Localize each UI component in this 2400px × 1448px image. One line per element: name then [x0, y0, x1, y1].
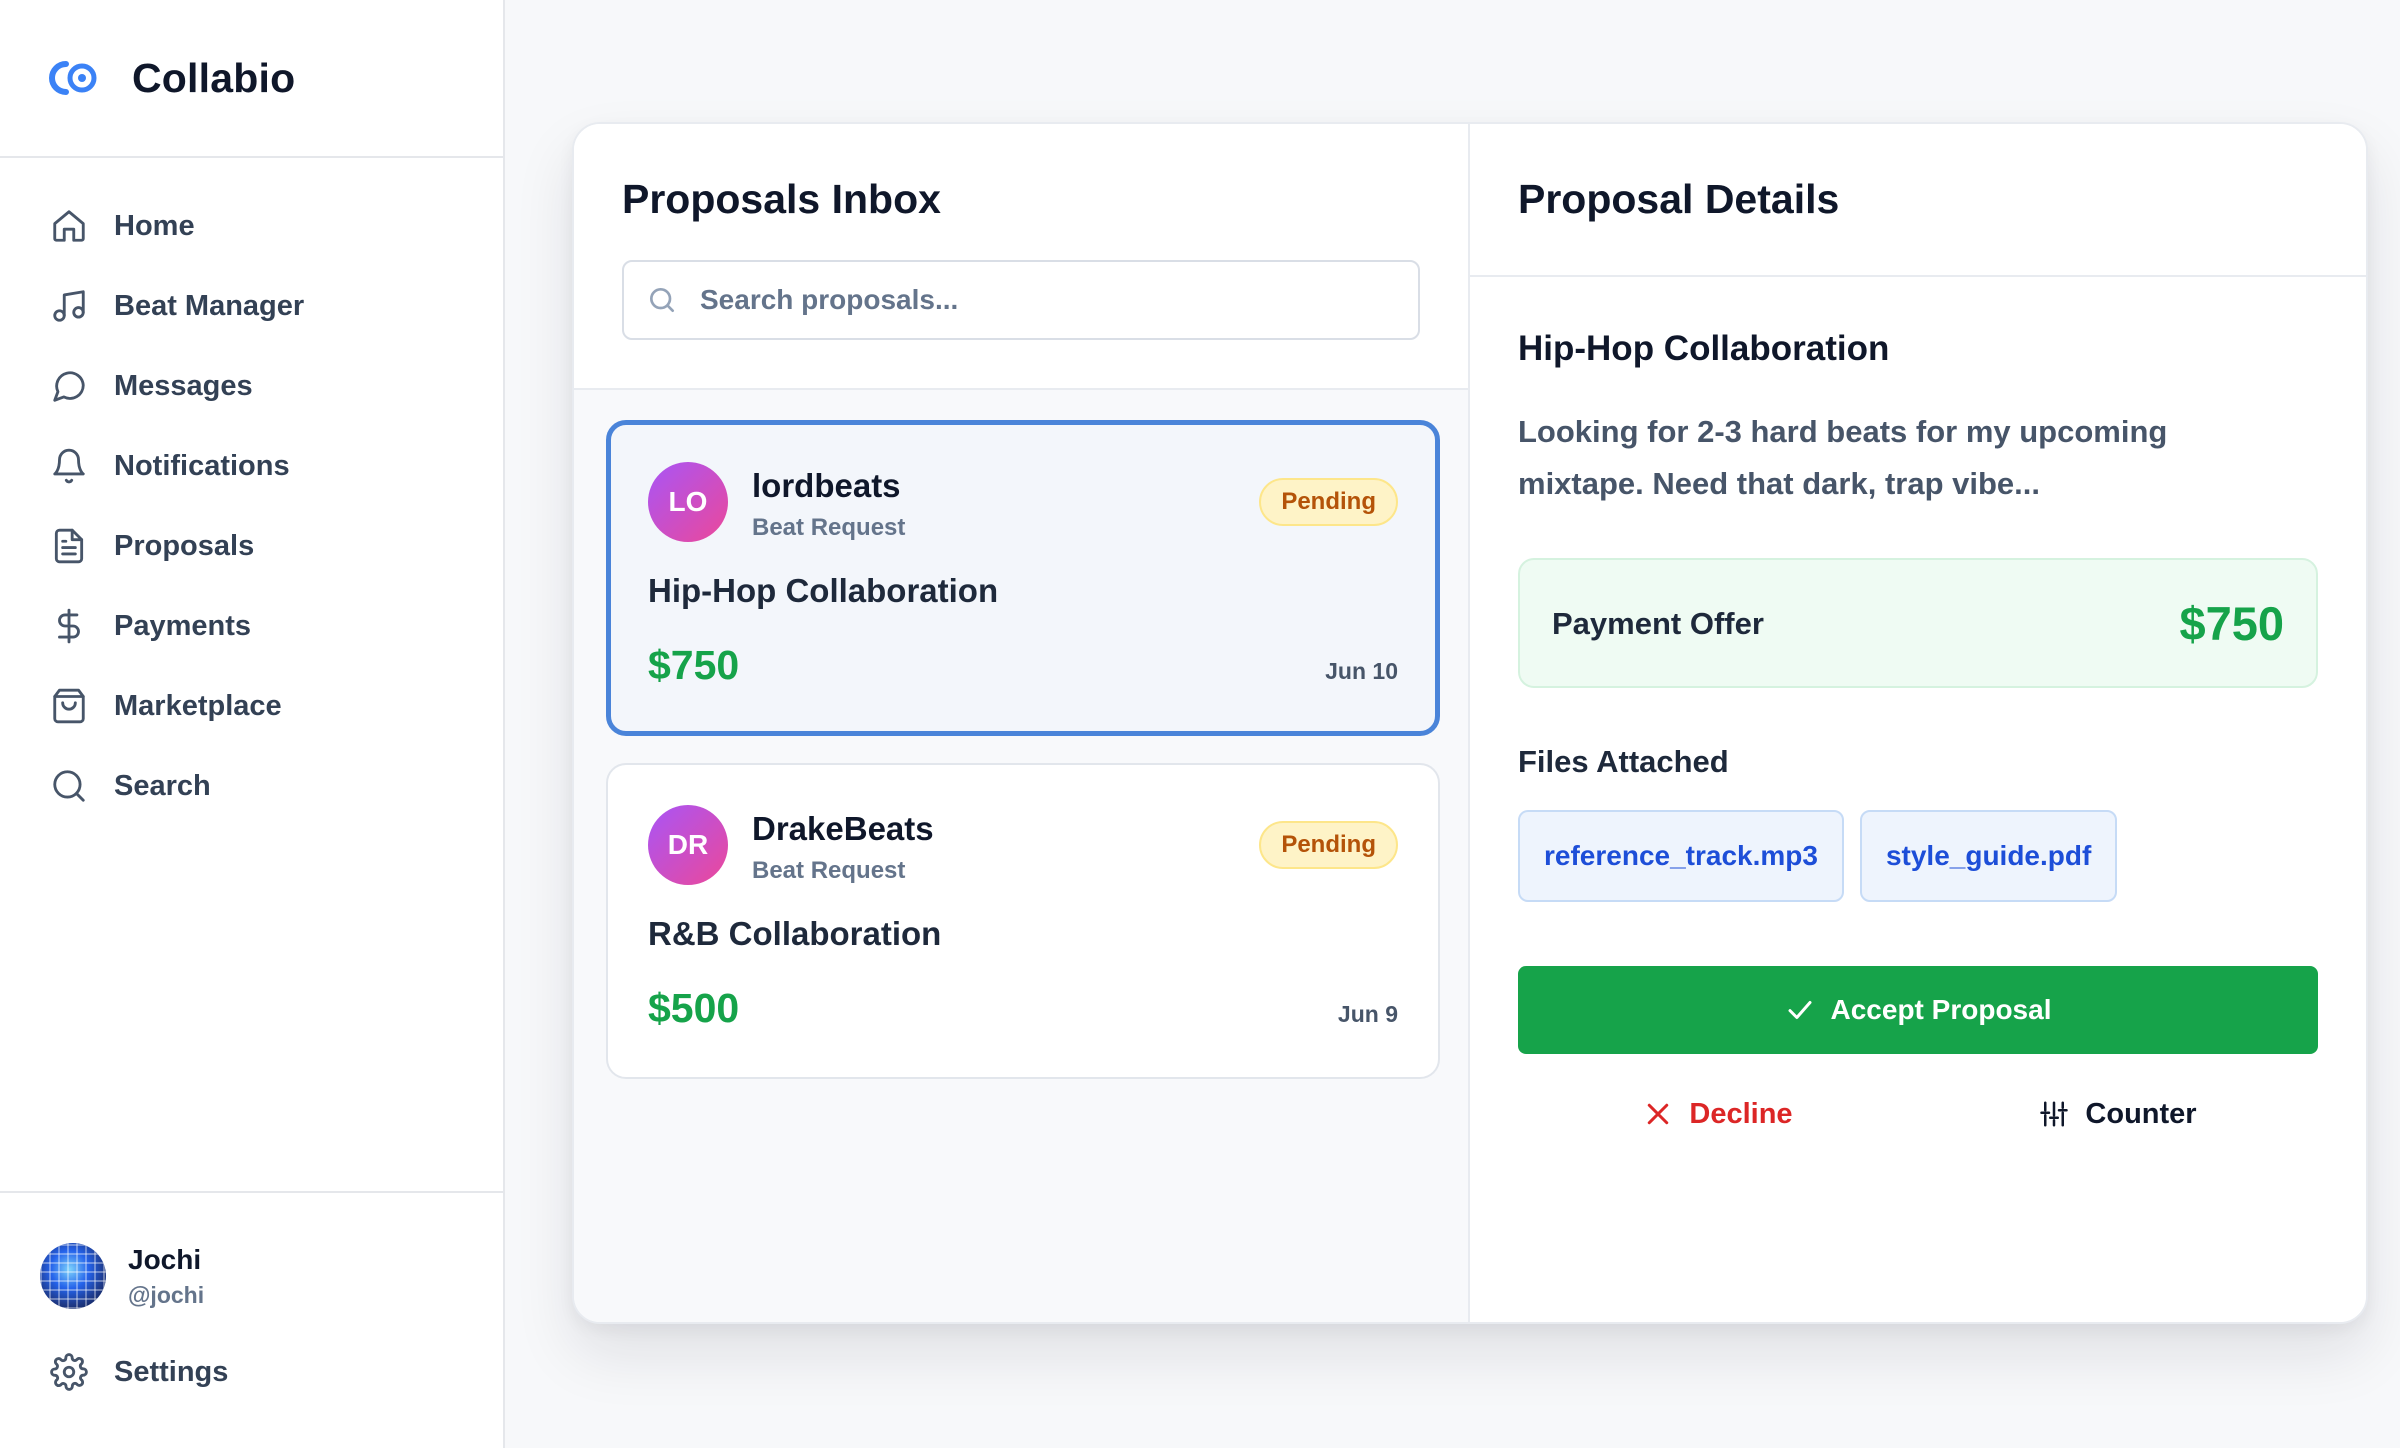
- proposal-type: Beat Request: [752, 857, 906, 884]
- files-attached-label: Files Attached: [1518, 744, 1729, 779]
- avatar: DR: [648, 805, 728, 885]
- accept-proposal-button[interactable]: Accept Proposal: [1518, 966, 2318, 1054]
- proposal-date: Jun 10: [1325, 658, 1398, 684]
- decline-label: Decline: [1689, 1097, 1793, 1130]
- sidebar-item-settings[interactable]: Settings: [48, 1351, 228, 1393]
- sliders-icon: [2040, 1101, 2069, 1127]
- search-input[interactable]: [700, 284, 1400, 316]
- sidebar-item-search[interactable]: Search: [0, 746, 503, 826]
- message-bubble-icon: [48, 365, 90, 407]
- sidebar-item-label: Proposals: [114, 529, 255, 562]
- search-icon: [48, 765, 90, 807]
- attached-files: reference_track.mp3 style_guide.pdf: [1518, 810, 2133, 902]
- search-icon: [650, 288, 674, 312]
- details-header: Proposal Details: [1470, 124, 2366, 277]
- proposal-type: Beat Request: [752, 514, 906, 541]
- shopping-bag-icon: [48, 685, 90, 727]
- sidebar-item-payments[interactable]: Payments: [0, 586, 503, 666]
- proposal-details: Proposal Details Hip-Hop Collaboration L…: [1470, 124, 2366, 1322]
- sidebar: Collabio Home Beat Manager Messages Noti…: [0, 0, 505, 1448]
- proposal-amount: $500: [648, 985, 740, 1031]
- document-icon: [48, 525, 90, 567]
- sidebar-footer: Jochi @jochi Settings: [0, 1191, 503, 1448]
- proposal-title: Hip-Hop Collaboration: [648, 572, 999, 609]
- user-handle: @jochi: [128, 1281, 205, 1308]
- user-profile[interactable]: Jochi @jochi: [40, 1243, 204, 1309]
- proposal-date: Jun 9: [1337, 1001, 1398, 1027]
- sidebar-item-proposals[interactable]: Proposals: [0, 506, 503, 586]
- sidebar-item-home[interactable]: Home: [0, 186, 503, 266]
- secondary-actions: Decline Counter: [1518, 1084, 2318, 1144]
- inbox-title: Proposals Inbox: [622, 176, 941, 222]
- app-name: Collabio: [132, 54, 296, 101]
- proposal-item-lordbeats[interactable]: LO lordbeats Beat Request Pending Hip-Ho…: [606, 420, 1440, 736]
- payment-offer-label: Payment Offer: [1552, 606, 1764, 641]
- file-chip[interactable]: style_guide.pdf: [1859, 810, 2118, 902]
- home-icon: [48, 205, 90, 247]
- accept-label: Accept Proposal: [1830, 994, 2052, 1025]
- sidebar-item-label: Messages: [114, 369, 253, 402]
- sender-name: DrakeBeats: [752, 810, 934, 847]
- sidebar-item-notifications[interactable]: Notifications: [0, 426, 503, 506]
- payment-offer-amount: $750: [2179, 597, 2284, 650]
- bell-icon: [48, 445, 90, 487]
- avatar: LO: [648, 462, 728, 542]
- sidebar-item-label: Marketplace: [114, 689, 282, 722]
- music-note-icon: [48, 285, 90, 327]
- dollar-icon: [48, 605, 90, 647]
- sidebar-item-label: Payments: [114, 609, 252, 642]
- proposals-inbox: Proposals Inbox LO lordbeats Beat Reques…: [574, 124, 1470, 1322]
- counter-label: Counter: [2085, 1097, 2197, 1130]
- gear-icon: [48, 1351, 90, 1393]
- proposal-amount: $750: [648, 642, 740, 688]
- sidebar-item-label: Home: [114, 209, 195, 242]
- sidebar-item-messages[interactable]: Messages: [0, 346, 503, 426]
- sidebar-item-marketplace[interactable]: Marketplace: [0, 666, 503, 746]
- proposal-title: Hip-Hop Collaboration: [1518, 329, 1890, 368]
- close-icon: [1648, 1103, 1669, 1125]
- inbox-header: Proposals Inbox: [574, 124, 1468, 390]
- sidebar-item-label: Notifications: [114, 449, 290, 482]
- sidebar-item-beat-manager[interactable]: Beat Manager: [0, 266, 503, 346]
- check-icon: [1788, 1001, 1812, 1019]
- file-chip[interactable]: reference_track.mp3: [1518, 810, 1844, 902]
- proposals-card: Proposals Inbox LO lordbeats Beat Reques…: [572, 122, 2368, 1324]
- sender-name: lordbeats: [752, 467, 901, 504]
- brand[interactable]: Collabio: [0, 0, 503, 158]
- user-name: Jochi: [128, 1243, 202, 1275]
- decline-button[interactable]: Decline: [1518, 1084, 1918, 1144]
- status-badge: Pending: [1259, 821, 1398, 869]
- details-title: Proposal Details: [1518, 176, 1840, 222]
- collabio-logo-icon: [49, 61, 97, 95]
- counter-button[interactable]: Counter: [1918, 1084, 2318, 1144]
- proposal-description: Looking for 2-3 hard beats for my upcomi…: [1518, 414, 2168, 501]
- status-badge: Pending: [1259, 478, 1398, 526]
- search-field[interactable]: [622, 260, 1420, 340]
- proposal-item-drakebeats[interactable]: DR DrakeBeats Beat Request Pending R&B C…: [606, 763, 1440, 1079]
- proposal-title: R&B Collaboration: [648, 915, 942, 952]
- sidebar-nav: Home Beat Manager Messages Notifications…: [0, 186, 503, 826]
- payment-offer-box: Payment Offer $750: [1518, 558, 2318, 688]
- avatar: [40, 1243, 106, 1309]
- sidebar-item-label: Beat Manager: [114, 289, 305, 322]
- settings-label: Settings: [114, 1355, 229, 1388]
- sidebar-item-label: Search: [114, 769, 211, 802]
